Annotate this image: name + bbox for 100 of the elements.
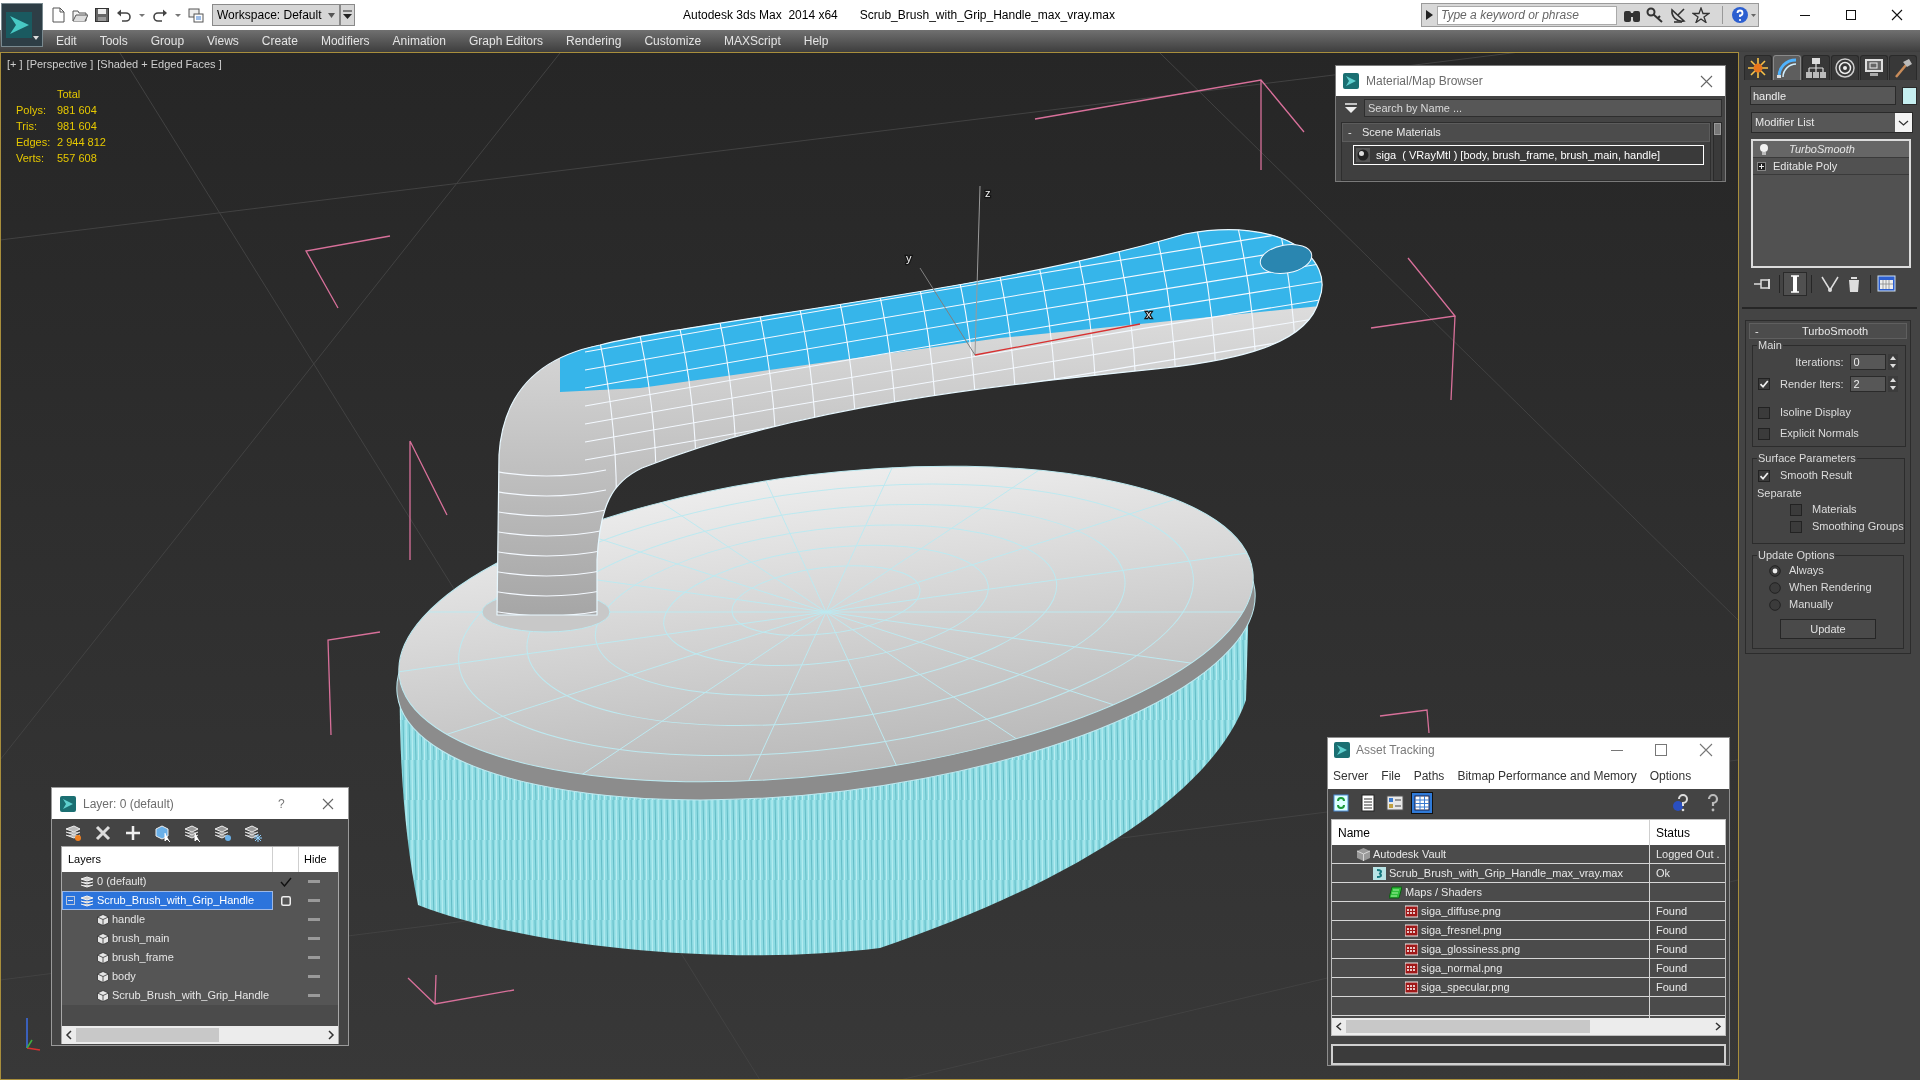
spinner-field[interactable]: 2 bbox=[1849, 376, 1886, 392]
column-header[interactable]: Name bbox=[1338, 823, 1370, 842]
scrollbar-thumb[interactable] bbox=[76, 1028, 219, 1042]
menu-item[interactable]: Edit bbox=[56, 32, 77, 50]
new-file-icon[interactable] bbox=[50, 7, 66, 23]
menu-item[interactable]: Customize bbox=[644, 32, 702, 50]
menu-item[interactable]: Create bbox=[261, 32, 298, 50]
search-field[interactable]: Search by Name ... bbox=[1364, 98, 1722, 117]
cube-select-icon[interactable] bbox=[154, 823, 172, 842]
checkmark-icon[interactable] bbox=[280, 876, 292, 887]
column-header[interactable]: Status bbox=[1656, 823, 1691, 842]
help-icon[interactable] bbox=[1731, 6, 1757, 24]
layer-freeze-icon[interactable] bbox=[244, 823, 262, 842]
minus-box-icon[interactable] bbox=[66, 896, 75, 905]
layer-row[interactable]: Scrub_Brush_with_Grip_Handle bbox=[62, 891, 273, 910]
close-icon[interactable] bbox=[1891, 9, 1903, 21]
vertical-scrollbar[interactable] bbox=[1713, 122, 1722, 181]
object-row[interactable]: brush_frame bbox=[62, 948, 273, 967]
workspace-dropdown[interactable]: Workspace: Default bbox=[212, 4, 340, 26]
app-menu-button[interactable] bbox=[1, 3, 43, 47]
checkbox[interactable] bbox=[1758, 427, 1770, 440]
maximize-icon[interactable] bbox=[1845, 9, 1857, 21]
checkbox[interactable] bbox=[1758, 406, 1770, 419]
menu-item[interactable]: Server bbox=[1333, 766, 1369, 785]
menu-item[interactable]: Modifiers bbox=[320, 32, 370, 50]
redo-icon[interactable] bbox=[152, 7, 168, 23]
plus-icon[interactable] bbox=[124, 823, 142, 842]
table-icon[interactable] bbox=[1411, 792, 1433, 814]
tree-item[interactable]: siga_normal.png bbox=[1332, 959, 1650, 977]
tree-item[interactable]: Autodesk Vault bbox=[1332, 845, 1650, 863]
radio-button[interactable] bbox=[1769, 564, 1781, 577]
horizontal-scrollbar[interactable] bbox=[62, 1026, 338, 1044]
checkbox[interactable] bbox=[1790, 520, 1802, 533]
satellite-icon[interactable] bbox=[1669, 7, 1687, 23]
open-folder-icon[interactable] bbox=[72, 7, 88, 23]
object-row[interactable]: handle bbox=[62, 910, 273, 929]
menu-item[interactable]: Tools bbox=[99, 32, 128, 50]
star-icon[interactable] bbox=[1692, 7, 1710, 23]
plus-box-icon[interactable] bbox=[1757, 161, 1766, 171]
display-tab[interactable] bbox=[1860, 55, 1888, 80]
object-row[interactable]: body bbox=[62, 967, 273, 986]
checkbox[interactable] bbox=[1758, 469, 1770, 482]
layer-row[interactable]: 0 (default) bbox=[62, 872, 273, 891]
modifier-list-dropdown[interactable]: Modifier List bbox=[1751, 112, 1913, 133]
vertical-bar-icon[interactable] bbox=[1783, 272, 1807, 296]
help-button[interactable]: ? bbox=[278, 794, 288, 813]
radio-button[interactable] bbox=[1769, 598, 1781, 611]
viewport-label[interactable]: [Perspective ] bbox=[26, 56, 94, 73]
tree-item[interactable]: Maps / Shaders bbox=[1332, 883, 1650, 901]
save-icon[interactable] bbox=[94, 7, 110, 23]
delete-icon[interactable] bbox=[94, 823, 112, 842]
tree-item[interactable]: siga_fresnel.png bbox=[1332, 921, 1650, 939]
stack-item[interactable]: TurboSmooth bbox=[1753, 141, 1909, 158]
status-field[interactable] bbox=[1331, 1044, 1726, 1065]
rollout-header[interactable]: - TurboSmooth bbox=[1749, 323, 1907, 339]
viewport-label[interactable]: [Shaded + Edged Faces ] bbox=[97, 56, 222, 73]
undo-icon[interactable] bbox=[116, 7, 132, 23]
new-layer-icon[interactable] bbox=[64, 823, 82, 842]
object-row[interactable]: brush_main bbox=[62, 929, 273, 948]
update-button[interactable]: Update bbox=[1780, 619, 1876, 639]
caret-icon[interactable] bbox=[1344, 102, 1358, 113]
menu-item[interactable]: Options bbox=[1649, 766, 1692, 785]
project-folder-icon[interactable] bbox=[188, 7, 204, 23]
square-icon[interactable] bbox=[281, 895, 291, 906]
motion-tab[interactable] bbox=[1831, 55, 1859, 80]
menu-item[interactable]: Help bbox=[803, 32, 829, 50]
utilities-tab[interactable] bbox=[1889, 55, 1917, 80]
group-header[interactable]: - Scene Materials bbox=[1342, 123, 1710, 142]
help-icon[interactable] bbox=[1670, 793, 1690, 813]
menu-item[interactable]: Graph Editors bbox=[468, 32, 543, 50]
column-header[interactable]: Hide bbox=[304, 851, 327, 868]
color-swatch-icon[interactable] bbox=[1902, 86, 1917, 105]
menu-item[interactable]: File bbox=[1381, 766, 1401, 785]
tree-item[interactable]: Scrub_Brush_with_Grip_Handle_max_vray.max bbox=[1332, 864, 1650, 882]
spinner-arrows-icon[interactable] bbox=[1887, 354, 1898, 370]
menu-item[interactable]: Views bbox=[207, 32, 239, 50]
menu-item[interactable]: Paths bbox=[1413, 766, 1445, 785]
menu-item[interactable]: Group bbox=[150, 32, 185, 50]
checkbox[interactable] bbox=[1758, 378, 1770, 390]
layer-select-icon[interactable] bbox=[184, 823, 202, 842]
thumbnail-icon[interactable] bbox=[1384, 792, 1406, 814]
viewport-label[interactable]: [+ ] bbox=[7, 56, 23, 73]
menu-item[interactable]: Rendering bbox=[566, 32, 622, 50]
spinner-arrows-icon[interactable] bbox=[1887, 376, 1898, 392]
search-field[interactable]: Type a keyword or phrase bbox=[1437, 5, 1617, 25]
tree-item[interactable]: siga_glossiness.png bbox=[1332, 940, 1650, 958]
tree-item[interactable]: siga_diffuse.png bbox=[1332, 902, 1650, 920]
column-header[interactable]: Layers bbox=[68, 851, 102, 868]
tree-item[interactable]: siga_specular.png bbox=[1332, 978, 1650, 996]
refresh-icon[interactable] bbox=[1330, 792, 1352, 814]
create-tab[interactable] bbox=[1744, 55, 1772, 80]
modify-tab[interactable] bbox=[1773, 55, 1801, 80]
checkbox[interactable] bbox=[1790, 503, 1802, 516]
radio-button[interactable] bbox=[1769, 581, 1781, 594]
menu-item[interactable]: MAXScript bbox=[724, 32, 781, 50]
object-name-field[interactable]: handle bbox=[1750, 86, 1896, 105]
hierarchy-tab[interactable] bbox=[1802, 55, 1830, 80]
toolbar-menu-icon[interactable] bbox=[340, 4, 355, 26]
layer-hide-icon[interactable] bbox=[214, 823, 232, 842]
scrollbar-thumb[interactable] bbox=[1346, 1020, 1590, 1033]
